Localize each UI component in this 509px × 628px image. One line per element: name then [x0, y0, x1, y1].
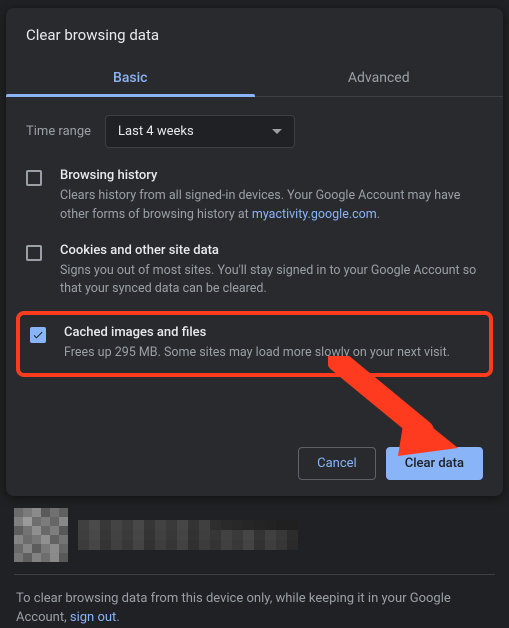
- option-desc: Clears history from all signed-in device…: [60, 187, 483, 225]
- footer-text: To clear browsing data from this device …: [14, 589, 495, 628]
- option-cookies: Cookies and other site data Signs you ou…: [6, 231, 503, 306]
- time-range-select[interactable]: Last 4 weeks: [105, 115, 295, 148]
- divider: [14, 574, 495, 575]
- option-desc: Frees up 295 MB. Some sites may load mor…: [64, 344, 479, 363]
- tab-bar: Basic Advanced: [6, 58, 503, 97]
- time-range-label: Time range: [26, 124, 91, 139]
- checkbox-history[interactable]: [26, 170, 42, 186]
- text-placeholder: [78, 520, 298, 562]
- tab-basic[interactable]: Basic: [6, 58, 255, 96]
- tab-advanced[interactable]: Advanced: [255, 58, 504, 96]
- avatar-placeholder: [14, 508, 68, 562]
- cancel-button[interactable]: Cancel: [298, 447, 376, 480]
- checkbox-cache[interactable]: [30, 327, 46, 343]
- dialog-buttons: Cancel Clear data: [6, 377, 503, 480]
- option-title: Cookies and other site data: [60, 243, 483, 262]
- option-title: Browsing history: [60, 168, 483, 187]
- chevron-down-icon: [272, 129, 282, 134]
- option-browsing-history: Browsing history Clears history from all…: [6, 156, 503, 231]
- option-title: Cached images and files: [64, 325, 479, 344]
- clear-browsing-data-dialog: Clear browsing data Basic Advanced Time …: [6, 8, 503, 496]
- dialog-title: Clear browsing data: [6, 8, 503, 58]
- checkbox-cookies[interactable]: [26, 245, 42, 261]
- myactivity-link[interactable]: myactivity.google.com: [252, 207, 377, 222]
- annotation-highlight: Cached images and files Frees up 295 MB.…: [16, 311, 493, 377]
- footer-area: To clear browsing data from this device …: [0, 496, 509, 628]
- option-cache: Cached images and files Frees up 295 MB.…: [26, 321, 483, 363]
- check-icon: [32, 329, 44, 341]
- option-desc: Signs you out of most sites. You'll stay…: [60, 262, 483, 300]
- time-range-row: Time range Last 4 weeks: [6, 97, 503, 156]
- time-range-value: Last 4 weeks: [118, 124, 194, 139]
- clear-data-button[interactable]: Clear data: [386, 447, 483, 480]
